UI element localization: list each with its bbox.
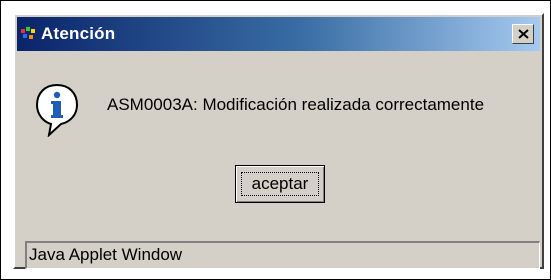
info-icon: [35, 83, 79, 137]
accept-button[interactable]: aceptar: [235, 165, 325, 203]
dialog-title: Atención: [41, 24, 116, 43]
status-bar-text: Java Applet Window: [29, 245, 183, 264]
accept-button-label: aceptar: [251, 174, 309, 193]
app-icon: [21, 27, 35, 39]
close-button[interactable]: [512, 24, 534, 44]
title-bar[interactable]: Atención: [17, 17, 540, 51]
screenshot-frame: Atención ASM0003A: Modificación realizad…: [0, 0, 551, 280]
close-icon: [518, 29, 529, 39]
dialog-message: ASM0003A: Modificación realizada correct…: [107, 95, 485, 114]
status-bar: Java Applet Window: [25, 241, 540, 269]
alert-dialog: Atención ASM0003A: Modificación realizad…: [13, 13, 544, 269]
